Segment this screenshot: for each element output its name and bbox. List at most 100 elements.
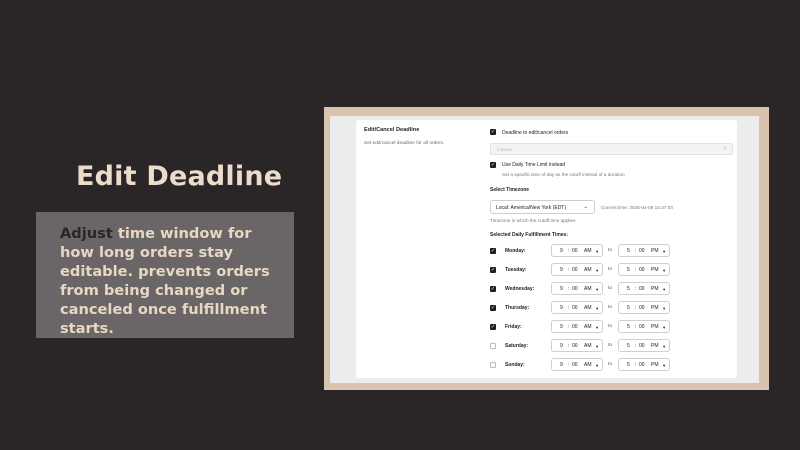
time-colon: : (568, 305, 570, 311)
day-row: ✓ Tuesday: 9 : 00 AM ▾ to 5 : 00 PM ▾ (490, 263, 735, 277)
end-time-picker[interactable]: 5 : 00 PM ▾ (618, 358, 670, 371)
to-label: to (608, 343, 613, 348)
minute-field[interactable]: 00 (572, 362, 578, 368)
ampm-field[interactable]: PM (651, 343, 659, 349)
time-colon: : (568, 362, 570, 368)
hour-field[interactable]: 9 (560, 267, 563, 273)
ampm-field[interactable]: PM (651, 248, 659, 254)
hour-field[interactable]: 9 (560, 286, 563, 292)
ampm-field[interactable]: PM (651, 267, 659, 273)
ampm-field[interactable]: AM (584, 286, 592, 292)
ampm-field[interactable]: AM (584, 305, 592, 311)
chevron-down-icon: ▾ (663, 267, 666, 273)
start-time-picker[interactable]: 9 : 00 AM ▾ (551, 339, 603, 352)
chevron-down-icon: ▾ (663, 286, 666, 292)
hour-field[interactable]: 5 (627, 286, 630, 292)
day-checkbox[interactable]: ✓ (490, 286, 496, 292)
hour-field[interactable]: 9 (560, 305, 563, 311)
hour-field[interactable]: 5 (627, 305, 630, 311)
ampm-field[interactable]: PM (651, 286, 659, 292)
timezone-select[interactable]: Local: America/New York (EDT) ⌄ (490, 200, 595, 214)
chevron-down-icon: ▾ (596, 324, 599, 330)
daily-limit-description: Set a specific time of day as the cutoff… (502, 172, 625, 177)
chevron-down-icon: ▾ (596, 267, 599, 273)
checkmark-icon: ✓ (490, 286, 496, 292)
app-viewport: Edit/Cancel Deadline Set edit/cancel dea… (330, 116, 759, 383)
start-time-picker[interactable]: 9 : 00 AM ▾ (551, 358, 603, 371)
checkmark-icon: ✓ (490, 129, 496, 135)
hour-field[interactable]: 9 (560, 343, 563, 349)
end-time-picker[interactable]: 5 : 00 PM ▾ (618, 320, 670, 333)
hour-field[interactable]: 9 (560, 248, 563, 254)
day-checkbox[interactable]: ✓ (490, 267, 496, 273)
checkmark-icon: ✓ (490, 267, 496, 273)
start-time-picker[interactable]: 9 : 00 AM ▾ (551, 320, 603, 333)
duration-value: 2 hours (497, 147, 513, 152)
day-label: Friday: (505, 324, 522, 330)
to-label: to (608, 324, 613, 329)
hour-field[interactable]: 9 (560, 362, 563, 368)
time-colon: : (568, 343, 570, 349)
deadline-checkbox[interactable]: ✓ (490, 129, 496, 135)
minute-field[interactable]: 00 (572, 343, 578, 349)
start-time-picker[interactable]: 9 : 00 AM ▾ (551, 301, 603, 314)
minute-field[interactable]: 00 (639, 305, 645, 311)
end-time-picker[interactable]: 5 : 00 PM ▾ (618, 263, 670, 276)
minute-field[interactable]: 00 (572, 248, 578, 254)
time-colon: : (635, 267, 637, 273)
chevron-down-icon: ▾ (596, 286, 599, 292)
day-checkbox[interactable]: ✓ (490, 248, 496, 254)
ampm-field[interactable]: AM (584, 267, 592, 273)
checkmark-icon: ✓ (491, 363, 495, 369)
day-checkbox[interactable]: ✓ (490, 305, 496, 311)
minute-field[interactable]: 00 (639, 324, 645, 330)
hour-field[interactable]: 5 (627, 362, 630, 368)
minute-field[interactable]: 00 (639, 267, 645, 273)
day-row: ✓ Monday: 9 : 00 AM ▾ to 5 : 00 PM ▾ (490, 244, 735, 258)
daily-limit-checkbox[interactable]: ✓ (490, 162, 496, 168)
checkmark-icon: ✓ (490, 162, 496, 168)
day-label: Tuesday: (505, 267, 527, 273)
end-time-picker[interactable]: 5 : 00 PM ▾ (618, 282, 670, 295)
day-row: ✓ Thursday: 9 : 00 AM ▾ to 5 : 00 PM ▾ (490, 301, 735, 315)
ampm-field[interactable]: PM (651, 305, 659, 311)
day-checkbox[interactable]: ✓ (490, 362, 496, 368)
ampm-field[interactable]: PM (651, 324, 659, 330)
minute-field[interactable]: 00 (572, 267, 578, 273)
minute-field[interactable]: 00 (639, 343, 645, 349)
hour-field[interactable]: 5 (627, 324, 630, 330)
ampm-field[interactable]: PM (651, 362, 659, 368)
end-time-picker[interactable]: 5 : 00 PM ▾ (618, 244, 670, 257)
end-time-picker[interactable]: 5 : 00 PM ▾ (618, 339, 670, 352)
chevron-down-icon: ▾ (596, 305, 599, 311)
day-label: Wednesday: (505, 286, 535, 292)
ampm-field[interactable]: AM (584, 248, 592, 254)
day-checkbox[interactable]: ✓ (490, 324, 496, 330)
hour-field[interactable]: 9 (560, 324, 563, 330)
start-time-picker[interactable]: 9 : 00 AM ▾ (551, 263, 603, 276)
minute-field[interactable]: 00 (572, 305, 578, 311)
day-checkbox[interactable]: ✓ (490, 343, 496, 349)
ampm-field[interactable]: AM (584, 343, 592, 349)
ampm-field[interactable]: AM (584, 362, 592, 368)
time-colon: : (635, 362, 637, 368)
minute-field[interactable]: 00 (639, 286, 645, 292)
minute-field[interactable]: 00 (572, 286, 578, 292)
hour-field[interactable]: 5 (627, 248, 630, 254)
hour-field[interactable]: 5 (627, 343, 630, 349)
time-colon: : (568, 286, 570, 292)
end-time-picker[interactable]: 5 : 00 PM ▾ (618, 301, 670, 314)
day-row: ✓ Wednesday: 9 : 00 AM ▾ to 5 : 00 PM ▾ (490, 282, 735, 296)
timezone-value: Local: America/New York (EDT) (496, 205, 567, 211)
duration-select[interactable]: 2 hours ⇕ (490, 143, 733, 155)
minute-field[interactable]: 00 (572, 324, 578, 330)
start-time-picker[interactable]: 9 : 00 AM ▾ (551, 244, 603, 257)
minute-field[interactable]: 00 (639, 248, 645, 254)
ampm-field[interactable]: AM (584, 324, 592, 330)
minute-field[interactable]: 00 (639, 362, 645, 368)
section-description: Set edit/cancel deadline for all orders. (364, 141, 445, 146)
updown-caret-icon: ⇕ (722, 146, 727, 152)
hour-field[interactable]: 5 (627, 267, 630, 273)
start-time-picker[interactable]: 9 : 00 AM ▾ (551, 282, 603, 295)
slide-headline: Edit Deadline (76, 161, 283, 192)
